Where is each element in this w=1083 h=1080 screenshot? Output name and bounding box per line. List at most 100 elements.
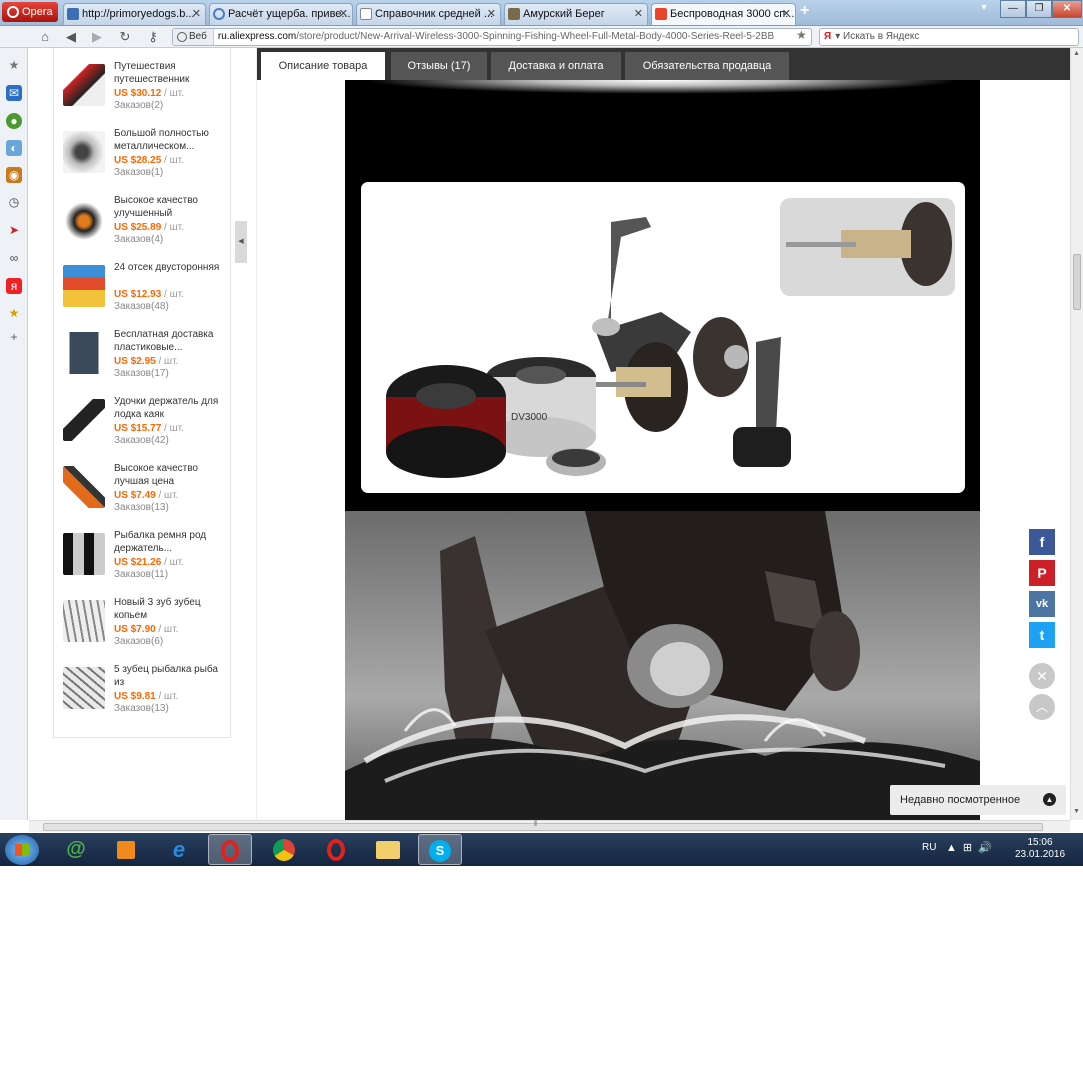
product-title[interactable]: Высокое качество лучшая цена (114, 462, 229, 488)
tab-title: Беспроводная 3000 сп... (670, 8, 795, 20)
product-thumbnail[interactable] (63, 667, 105, 709)
links-icon[interactable]: ∞ (6, 250, 22, 266)
product-thumbnail[interactable] (63, 399, 105, 441)
product-thumbnail[interactable] (63, 600, 105, 642)
list-item[interactable]: 5 зубец рыбалка рыба из US $9.81 / шт. З… (63, 663, 228, 730)
start-button[interactable] (5, 835, 39, 865)
list-item[interactable]: Путешествия путешественник US $30.12 / ш… (63, 60, 228, 127)
chevron-up-icon[interactable]: ▲ (1043, 793, 1056, 806)
reel-water-photo (345, 511, 980, 820)
scroll-up-arrow-icon[interactable]: ▲ (1073, 50, 1080, 57)
product-title[interactable]: Большой полностью металлическом... (114, 127, 229, 153)
reload-icon[interactable]: ↻ (116, 28, 134, 46)
product-thumbnail[interactable] (63, 131, 105, 173)
bookmarks-star-icon[interactable]: ★ (6, 57, 22, 73)
close-tab-icon[interactable]: ✕ (487, 4, 496, 24)
add-panel-icon[interactable]: + (6, 329, 22, 345)
mail-agent-taskbar-icon[interactable]: @ (54, 834, 98, 865)
tab-shipping[interactable]: Доставка и оплата (491, 52, 621, 80)
scroll-to-top-icon[interactable]: ︿ (1029, 694, 1055, 720)
close-tab-icon[interactable]: ✕ (634, 4, 643, 24)
scroll-down-arrow-icon[interactable]: ▼ (1073, 808, 1080, 815)
browser-tab[interactable]: http://primoryedogs.b... ✕ (63, 3, 206, 25)
search-field[interactable]: Я ▾ Искать в Яндекс (819, 28, 1079, 46)
close-tab-icon[interactable]: ✕ (339, 4, 348, 24)
list-item[interactable]: Новый 3 зуб зубец копьем US $7.90 / шт. … (63, 596, 228, 663)
pinterest-share-button[interactable]: P (1029, 560, 1055, 586)
browser-tab[interactable]: Амурский Берег ✕ (504, 3, 648, 25)
tab-description[interactable]: Описание товара (261, 52, 385, 80)
browser-tab[interactable]: Расчёт ущерба. приве... ✕ (209, 3, 353, 25)
collapse-panel-button[interactable]: ◀ (235, 221, 247, 263)
list-item[interactable]: Большой полностью металлическом... US $2… (63, 127, 228, 194)
tab-reviews[interactable]: Отзывы (17) (391, 52, 487, 80)
browser-tab-active[interactable]: Беспроводная 3000 сп... ✕ (651, 3, 796, 25)
tabs-menu-icon[interactable]: ▾ (974, 0, 994, 18)
skype-taskbar-icon[interactable]: S (418, 834, 462, 865)
chrome-taskbar-icon[interactable] (262, 834, 306, 865)
key-icon[interactable]: ⚷ (144, 28, 162, 46)
recently-viewed-bar[interactable]: Недавно посмотренное ▲ (890, 785, 1066, 815)
product-title[interactable]: Рыбалка ремня род держатель... (114, 529, 229, 555)
product-title[interactable]: 5 зубец рыбалка рыба из (114, 663, 229, 689)
scroll-thumb[interactable] (1073, 254, 1081, 310)
product-title[interactable]: Путешествия путешественник (114, 60, 229, 86)
close-tab-icon[interactable]: ✕ (192, 4, 201, 24)
explorer-taskbar-icon[interactable] (366, 834, 410, 865)
language-indicator[interactable]: RU (922, 842, 936, 853)
minimize-icon[interactable]: — (1000, 0, 1026, 18)
list-item[interactable]: Удочки держатель для лодка каяк US $15.7… (63, 395, 228, 462)
unite-icon[interactable]: ◉ (6, 167, 22, 183)
list-item[interactable]: Рыбалка ремня род держатель... US $21.26… (63, 529, 228, 596)
product-thumbnail[interactable] (63, 265, 105, 307)
column-divider (256, 48, 257, 820)
feeds-icon[interactable]: ● (6, 113, 22, 129)
list-item[interactable]: Бесплатная доставка пластиковые... US $2… (63, 328, 228, 395)
twitter-share-button[interactable]: t (1029, 622, 1055, 648)
address-field[interactable]: Веб ru.aliexpress.com/store/product/New-A… (172, 28, 812, 46)
internet-explorer-taskbar-icon[interactable]: e (157, 834, 201, 865)
home-icon[interactable]: ⌂ (36, 28, 54, 46)
facebook-share-button[interactable]: f (1029, 529, 1055, 555)
product-title[interactable]: 24 отсек двусторонняя (114, 261, 229, 274)
product-title[interactable]: Бесплатная доставка пластиковые... (114, 328, 229, 354)
history-icon[interactable]: ◷ (6, 194, 22, 210)
list-item[interactable]: Высокое качество улучшенный US $25.89 / … (63, 194, 228, 261)
product-thumbnail[interactable] (63, 64, 105, 106)
product-title[interactable]: Новый 3 зуб зубец копьем (114, 596, 229, 622)
horizontal-scrollbar[interactable]: ⦀ (29, 819, 1070, 832)
product-thumbnail[interactable] (63, 533, 105, 575)
new-tab-icon[interactable]: + (800, 2, 809, 20)
vertical-scrollbar[interactable]: ▲ ▼ (1070, 48, 1083, 820)
vk-share-button[interactable]: vk (1029, 591, 1055, 617)
list-item[interactable]: Высокое качество лучшая цена US $7.49 / … (63, 462, 228, 529)
chat-icon[interactable]: ◐ (6, 140, 22, 156)
opera-menu-button[interactable]: Opera (2, 2, 58, 22)
product-thumbnail[interactable] (63, 332, 105, 374)
restore-icon[interactable]: ❐ (1026, 0, 1052, 18)
horizontal-scroll-thumb[interactable] (43, 823, 1043, 831)
list-item[interactable]: 24 отсек двусторонняя US $12.93 / шт. За… (63, 261, 228, 328)
mail-icon[interactable]: ✉ (6, 85, 22, 101)
media-player-taskbar-icon[interactable] (104, 834, 148, 865)
system-clock[interactable]: 15:06 23.01.2016 (1010, 837, 1070, 861)
close-window-icon[interactable]: ✕ (1052, 0, 1082, 18)
system-tray-icons[interactable]: ▲⊞🔊 (946, 841, 998, 854)
favorites-icon[interactable]: ★ (6, 305, 22, 321)
transfers-icon[interactable]: ➤ (6, 222, 22, 238)
search-engine-dropdown-icon[interactable]: ▾ (835, 31, 840, 42)
close-share-icon[interactable]: ✕ (1029, 663, 1055, 689)
tab-seller-guarantees[interactable]: Обязательства продавца (625, 52, 789, 80)
product-title[interactable]: Удочки держатель для лодка каяк (114, 395, 229, 421)
opera-taskbar-icon[interactable] (208, 834, 252, 865)
bookmark-star-icon[interactable]: ★ (796, 28, 807, 42)
opera-alt-taskbar-icon[interactable] (314, 834, 358, 865)
product-title[interactable]: Высокое качество улучшенный (114, 194, 229, 220)
product-thumbnail[interactable] (63, 198, 105, 240)
product-thumbnail[interactable] (63, 466, 105, 508)
browser-tab[interactable]: Справочник средней ... ✕ (356, 3, 501, 25)
back-icon[interactable]: ◀ (62, 28, 80, 46)
yandex-panel-icon[interactable]: я (6, 278, 22, 294)
forward-icon[interactable]: ▶ (88, 28, 106, 46)
close-tab-icon[interactable]: ✕ (782, 4, 791, 24)
